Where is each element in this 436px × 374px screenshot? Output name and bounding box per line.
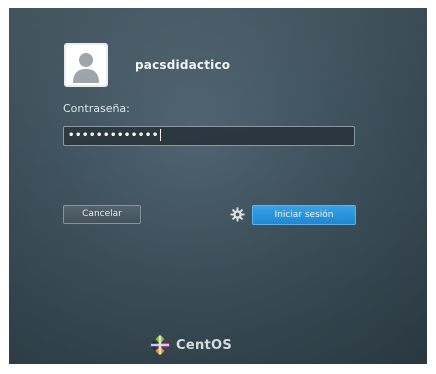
centos-footer: CentOS	[149, 333, 232, 357]
text-caret	[159, 129, 161, 141]
user-avatar-icon[interactable]	[64, 43, 108, 87]
gear-icon[interactable]	[230, 207, 245, 222]
password-field[interactable]: •••••••••••••	[63, 126, 355, 146]
login-button[interactable]: Iniciar sesión	[252, 205, 356, 225]
username-label: pacsdidactico	[135, 58, 231, 72]
centos-brand-text: CentOS	[176, 337, 233, 353]
password-label: Contraseña:	[63, 102, 130, 115]
login-screen: pacsdidactico Contraseña: ••••••••••••• …	[9, 8, 427, 364]
centos-logo-icon	[149, 334, 171, 356]
password-masked-value: •••••••••••••	[68, 130, 159, 141]
cancel-button[interactable]: Cancelar	[63, 205, 141, 224]
